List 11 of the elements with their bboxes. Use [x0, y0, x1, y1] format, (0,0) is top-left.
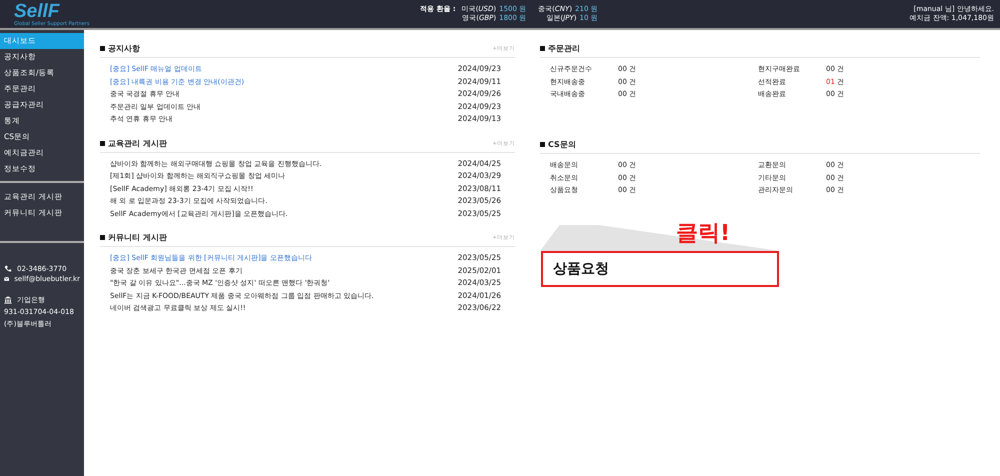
phone-icon	[4, 265, 12, 273]
click-annotation: 클릭!	[676, 220, 730, 248]
section-title: 주문관리	[540, 43, 580, 54]
bank-icon	[4, 296, 12, 304]
section-title: 커뮤니티 게시판	[100, 232, 167, 243]
mail-icon	[4, 275, 10, 283]
section-title: 공지사항	[100, 43, 140, 54]
logo[interactable]: SellF	[14, 2, 254, 20]
section-title: CS문의	[540, 139, 576, 150]
section-title: 교육관리 게시판	[100, 138, 167, 148]
zoomed-label: 상품요청	[553, 260, 609, 278]
